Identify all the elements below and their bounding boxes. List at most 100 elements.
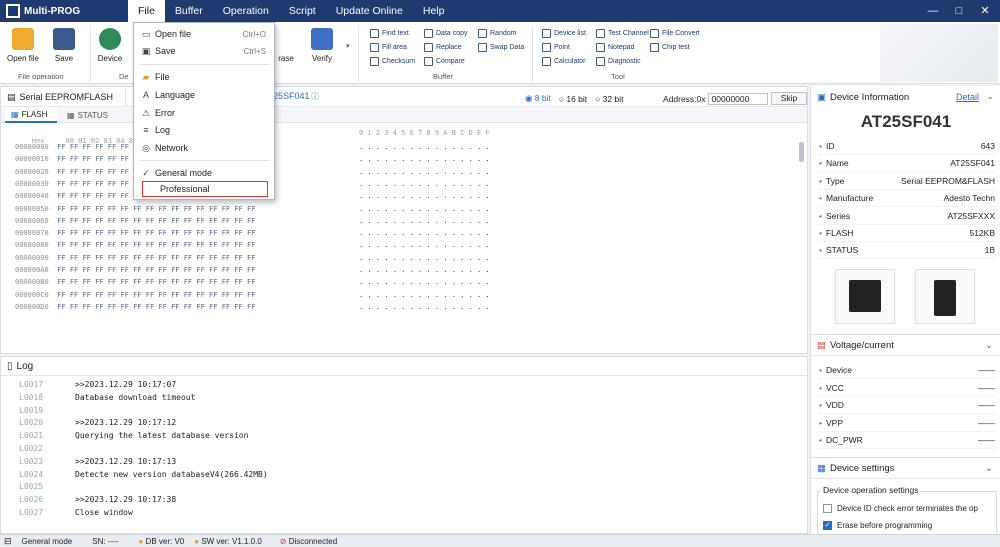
hex-byte[interactable]: FF — [158, 229, 166, 237]
menu-item-language[interactable]: A Language — [134, 87, 274, 103]
hex-byte[interactable]: FF — [234, 278, 242, 286]
hex-byte[interactable]: FF — [95, 155, 103, 163]
hex-byte[interactable]: FF — [133, 229, 141, 237]
hex-byte[interactable]: FF — [70, 229, 78, 237]
data-copy-button[interactable]: Data copy — [424, 29, 468, 38]
hex-byte[interactable]: FF — [133, 278, 141, 286]
hex-byte[interactable]: FF — [82, 217, 90, 225]
hex-byte[interactable]: FF — [57, 291, 65, 299]
hex-byte[interactable]: FF — [108, 229, 116, 237]
hex-byte[interactable]: FF — [209, 266, 217, 274]
hex-byte[interactable]: FF — [171, 278, 179, 286]
hex-byte[interactable]: FF — [57, 241, 65, 249]
hex-byte[interactable]: FF — [70, 205, 78, 213]
hex-byte[interactable]: FF — [184, 217, 192, 225]
hex-byte[interactable]: FF — [95, 217, 103, 225]
hex-byte[interactable]: FF — [70, 155, 78, 163]
hex-byte[interactable]: FF — [120, 180, 128, 188]
hex-byte[interactable]: FF — [95, 180, 103, 188]
hex-byte[interactable]: FF — [57, 155, 65, 163]
hex-byte[interactable]: FF — [196, 266, 204, 274]
hex-byte[interactable]: FF — [57, 303, 65, 311]
verify-button[interactable]: Verify — [302, 28, 342, 63]
hex-byte[interactable]: FF — [95, 254, 103, 262]
hex-byte[interactable]: FF — [95, 278, 103, 286]
hex-byte[interactable]: FF — [146, 205, 154, 213]
hex-byte[interactable]: FF — [133, 291, 141, 299]
hex-byte[interactable]: FF — [108, 303, 116, 311]
hex-byte[interactable]: FF — [171, 266, 179, 274]
hex-byte[interactable]: FF — [247, 217, 255, 225]
hex-byte[interactable]: FF — [171, 205, 179, 213]
hex-byte[interactable]: FF — [184, 205, 192, 213]
hex-byte[interactable]: FF — [95, 291, 103, 299]
radio-16bit[interactable]: ○ 16 bit — [559, 94, 587, 104]
hex-byte[interactable]: FF — [70, 303, 78, 311]
open-file-button[interactable]: Open file — [3, 28, 43, 63]
menu-item-professional[interactable]: Professional — [142, 181, 268, 197]
hex-byte[interactable]: FF — [95, 241, 103, 249]
hex-byte[interactable]: FF — [133, 266, 141, 274]
hex-byte[interactable]: FF — [120, 303, 128, 311]
hex-byte[interactable]: FF — [171, 217, 179, 225]
maximize-button[interactable]: □ — [946, 0, 972, 22]
menu-file[interactable]: File — [128, 0, 165, 22]
skip-button[interactable]: Skip — [771, 92, 807, 105]
swap-data-button[interactable]: Swap Data — [478, 43, 524, 52]
hex-byte[interactable]: FF — [120, 155, 128, 163]
hex-byte[interactable]: FF — [234, 217, 242, 225]
hex-byte[interactable]: FF — [209, 291, 217, 299]
hex-byte[interactable]: FF — [146, 241, 154, 249]
hex-byte[interactable]: FF — [146, 291, 154, 299]
hex-byte[interactable]: FF — [247, 266, 255, 274]
hex-byte[interactable]: FF — [222, 266, 230, 274]
hex-byte[interactable]: FF — [196, 217, 204, 225]
hex-byte[interactable]: FF — [108, 155, 116, 163]
hex-byte[interactable]: FF — [196, 229, 204, 237]
hex-byte[interactable]: FF — [70, 241, 78, 249]
test-channel-button[interactable]: Test Channel — [596, 29, 649, 38]
hex-byte[interactable]: FF — [247, 241, 255, 249]
tab-flash[interactable]: ▦ FLASH — [5, 108, 57, 123]
hex-byte[interactable]: FF — [158, 303, 166, 311]
hex-byte[interactable]: FF — [82, 180, 90, 188]
hex-row[interactable]: 00000060 FF FF FF FF FF FF FF FF FF FF F… — [15, 217, 260, 229]
hex-byte[interactable]: FF — [146, 266, 154, 274]
hex-byte[interactable]: FF — [171, 303, 179, 311]
menu-item-network[interactable]: ◎ Network — [134, 140, 274, 156]
hex-byte[interactable]: FF — [70, 254, 78, 262]
minimize-button[interactable]: — — [920, 0, 946, 22]
device-settings-header[interactable]: ▦ Device settings ⌄ — [811, 457, 1000, 479]
hex-byte[interactable]: FF — [247, 205, 255, 213]
hex-byte[interactable]: FF — [209, 278, 217, 286]
hex-byte[interactable]: FF — [57, 180, 65, 188]
hex-byte[interactable]: FF — [95, 266, 103, 274]
hex-byte[interactable]: FF — [146, 217, 154, 225]
device-button[interactable]: Device — [90, 28, 130, 63]
radio-8bit[interactable]: ◉ 8 bit — [525, 93, 551, 104]
hex-byte[interactable]: FF — [108, 168, 116, 176]
hex-row[interactable]: 000000A0 FF FF FF FF FF FF FF FF FF FF F… — [15, 266, 260, 278]
hex-row[interactable]: 000000B0 FF FF FF FF FF FF FF FF FF FF F… — [15, 278, 260, 290]
hex-byte[interactable]: FF — [57, 254, 65, 262]
hex-byte[interactable]: FF — [82, 143, 90, 151]
hex-byte[interactable]: FF — [196, 278, 204, 286]
hex-byte[interactable]: FF — [82, 192, 90, 200]
chevron-down-icon[interactable]: ⌄ — [987, 92, 994, 101]
verify-dropdown-icon[interactable]: ▾ — [346, 42, 350, 50]
point-button[interactable]: Point — [542, 43, 570, 52]
hex-byte[interactable]: FF — [184, 229, 192, 237]
hex-byte[interactable]: FF — [95, 168, 103, 176]
menu-script[interactable]: Script — [279, 0, 326, 22]
hex-row[interactable]: 000000D0 FF FF FF FF FF FF FF FF FF FF F… — [15, 303, 260, 315]
hex-byte[interactable]: FF — [108, 291, 116, 299]
device-list-button[interactable]: Device list — [542, 29, 586, 38]
hex-byte[interactable]: FF — [108, 266, 116, 274]
hex-byte[interactable]: FF — [184, 266, 192, 274]
hex-byte[interactable]: FF — [82, 254, 90, 262]
hex-byte[interactable]: FF — [120, 278, 128, 286]
hex-byte[interactable]: FF — [234, 205, 242, 213]
hex-byte[interactable]: FF — [184, 303, 192, 311]
hex-scrollbar[interactable] — [799, 142, 804, 162]
hex-byte[interactable]: FF — [234, 229, 242, 237]
